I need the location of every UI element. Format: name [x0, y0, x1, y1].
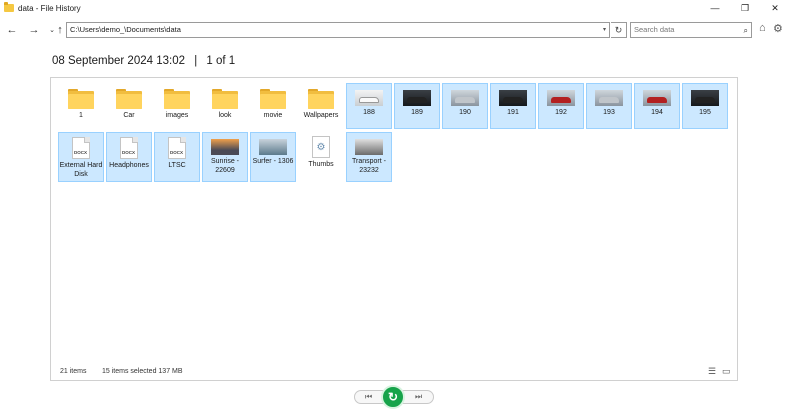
search-icon[interactable]: ⌕: [744, 24, 748, 38]
photo-thumbnail: [259, 139, 287, 155]
folder-icon: [164, 89, 190, 109]
window-title: data - File History: [18, 3, 81, 13]
docx-tag: DOCX: [170, 150, 184, 155]
photo-thumbnail: [211, 139, 239, 155]
title-bar: data - File History: [0, 0, 788, 16]
car-image-thumbnail: [355, 90, 383, 106]
car-image-thumbnail: [547, 90, 575, 106]
file-item-label: Transport - 23232: [352, 158, 386, 174]
file-item[interactable]: 194: [634, 83, 680, 129]
car-image-thumbnail: [595, 90, 623, 106]
file-item-label: LTSC: [168, 162, 186, 169]
search-input[interactable]: Search data ⌕: [630, 22, 752, 38]
file-item[interactable]: Transport - 23232: [346, 132, 392, 182]
address-dropdown-icon[interactable]: ▾: [600, 23, 609, 37]
file-item-label: Thumbs: [308, 161, 334, 168]
file-item[interactable]: DOCX External Hard Disk: [58, 132, 104, 182]
file-item-label: 195: [699, 109, 711, 116]
tiles-view-icon[interactable]: ▭: [722, 366, 731, 377]
file-item[interactable]: images: [154, 83, 200, 129]
car-image-thumbnail: [403, 90, 431, 106]
file-item-label: 194: [651, 109, 663, 116]
file-item-label: 192: [555, 109, 567, 116]
file-item-label: look: [218, 112, 232, 119]
file-item[interactable]: look: [202, 83, 248, 129]
car-image-thumbnail: [499, 90, 527, 106]
back-button[interactable]: ←: [4, 22, 20, 38]
item-count: 21 items: [60, 368, 87, 375]
file-item-label: 188: [363, 109, 375, 116]
home-icon[interactable]: ⌂: [759, 22, 766, 34]
folder-icon: [260, 89, 286, 109]
file-item-label: movie: [263, 112, 283, 119]
file-item[interactable]: 1: [58, 83, 104, 129]
navigation-bar: ← → ⌄ ↑ C:\Users\demo_\Documents\data ▾ …: [0, 20, 788, 42]
file-item-label: 1: [79, 112, 83, 119]
backup-pager: 1 of 1: [206, 55, 236, 67]
file-item[interactable]: Wallpapers: [298, 83, 344, 129]
details-view-icon[interactable]: ☰: [708, 366, 716, 377]
file-item[interactable]: movie: [250, 83, 296, 129]
photo-thumbnail: [355, 139, 383, 155]
docx-tag: DOCX: [74, 150, 88, 155]
system-file-icon: ⚙: [312, 136, 330, 158]
file-item[interactable]: DOCX LTSC: [154, 132, 200, 182]
file-item[interactable]: Car: [106, 83, 152, 129]
docx-file-icon: DOCX: [168, 137, 186, 159]
file-item-label: 191: [507, 109, 519, 116]
previous-version-button[interactable]: ⏮: [365, 392, 372, 402]
backup-heading: 08 September 2024 13:02 | 1 of 1: [52, 55, 235, 67]
file-item-label: 190: [459, 109, 471, 116]
file-item-label: Sunrise - 22609: [210, 158, 239, 174]
heading-separator: |: [194, 55, 198, 67]
car-image-thumbnail: [451, 90, 479, 106]
gear-icon[interactable]: ⚙: [773, 22, 783, 35]
docx-file-icon: DOCX: [120, 137, 138, 159]
file-item[interactable]: 188: [346, 83, 392, 129]
folder-icon: [212, 89, 238, 109]
search-placeholder: Search data: [634, 25, 675, 34]
file-item-label: External Hard Disk: [59, 162, 103, 178]
file-item[interactable]: Sunrise - 22609: [202, 132, 248, 182]
file-item[interactable]: 190: [442, 83, 488, 129]
file-item-label: 193: [603, 109, 615, 116]
file-item-label: 189: [411, 109, 423, 116]
file-item[interactable]: 189: [394, 83, 440, 129]
file-item-label: Wallpapers: [303, 112, 339, 119]
file-item-label: Headphones: [109, 162, 149, 169]
car-image-thumbnail: [643, 90, 671, 106]
maximize-button[interactable]: ❐: [730, 0, 760, 16]
file-item[interactable]: 192: [538, 83, 584, 129]
docx-file-icon: DOCX: [72, 137, 90, 159]
folder-icon: [308, 89, 334, 109]
file-item[interactable]: 191: [490, 83, 536, 129]
file-item-label: images: [165, 112, 189, 119]
file-item[interactable]: 195: [682, 83, 728, 129]
restore-button[interactable]: ↻: [381, 385, 405, 409]
file-item[interactable]: ⚙ Thumbs: [298, 132, 344, 182]
folder-icon: [116, 89, 142, 109]
folder-icon: [68, 89, 94, 109]
address-bar[interactable]: C:\Users\demo_\Documents\data: [66, 22, 610, 38]
address-path: C:\Users\demo_\Documents\data: [70, 25, 181, 34]
file-list-pane: 1 Car images look movie Wallpapers 188 189 190 19…: [50, 77, 738, 381]
car-image-thumbnail: [691, 90, 719, 106]
file-history-icon: [4, 2, 14, 12]
forward-button[interactable]: →: [26, 22, 42, 38]
docx-tag: DOCX: [122, 150, 136, 155]
file-item-label: Car: [123, 112, 135, 119]
minimize-button[interactable]: —: [700, 0, 730, 16]
file-item[interactable]: DOCX Headphones: [106, 132, 152, 182]
refresh-button[interactable]: ↻: [611, 22, 627, 38]
next-version-button[interactable]: ⏭: [415, 392, 422, 402]
file-item-label: Surfer - 1306: [252, 158, 294, 165]
file-item[interactable]: 193: [586, 83, 632, 129]
file-item[interactable]: Surfer - 1306: [250, 132, 296, 182]
backup-date: 08 September 2024 13:02: [52, 55, 185, 67]
close-button[interactable]: ✕: [760, 0, 788, 16]
selection-status: 15 items selected 137 MB: [102, 368, 183, 375]
